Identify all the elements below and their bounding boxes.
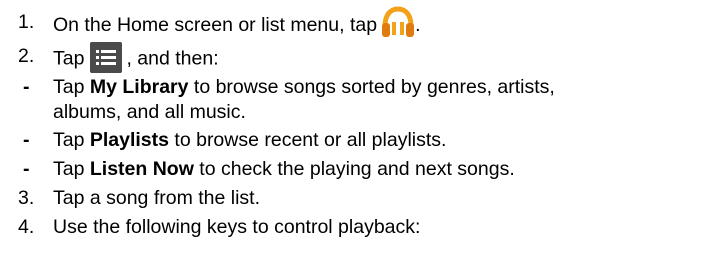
bullet-dash: -: [23, 76, 30, 98]
step-text-end: , and then:: [126, 47, 219, 70]
bullet-prefix: Tap: [53, 76, 90, 98]
bullet-keyword: My Library: [89, 76, 189, 98]
step-number: 4.: [18, 216, 35, 238]
step-text: On the Home screen or list menu, tap: [53, 14, 378, 37]
bullet-keyword: Playlists: [89, 129, 169, 151]
step-text: Use the following keys to control playba…: [53, 216, 421, 238]
bullet-prefix: Tap: [53, 129, 90, 151]
menu-list-icon: [90, 42, 123, 73]
step-number: 3.: [18, 187, 35, 209]
bullet-text: to browse songs sorted by genres, artist…: [188, 76, 555, 98]
step-text-end: .: [415, 14, 421, 37]
step-text: Tap a song from the list.: [53, 187, 261, 209]
step-number: 2.: [18, 45, 35, 67]
bullet-text: albums, and all music.: [53, 101, 246, 123]
play-music-headphones-icon: [382, 6, 415, 37]
bullet-text: to browse recent or all playlists.: [169, 129, 447, 151]
bullet-text: to check the playing and next songs.: [193, 158, 515, 180]
step-number: 1.: [18, 11, 35, 33]
step-text: Tap: [53, 47, 85, 70]
bullet-keyword: Listen Now: [89, 158, 194, 180]
bullet-prefix: Tap: [53, 158, 90, 180]
bullet-dash: -: [23, 158, 30, 180]
bullet-dash: -: [23, 129, 30, 151]
